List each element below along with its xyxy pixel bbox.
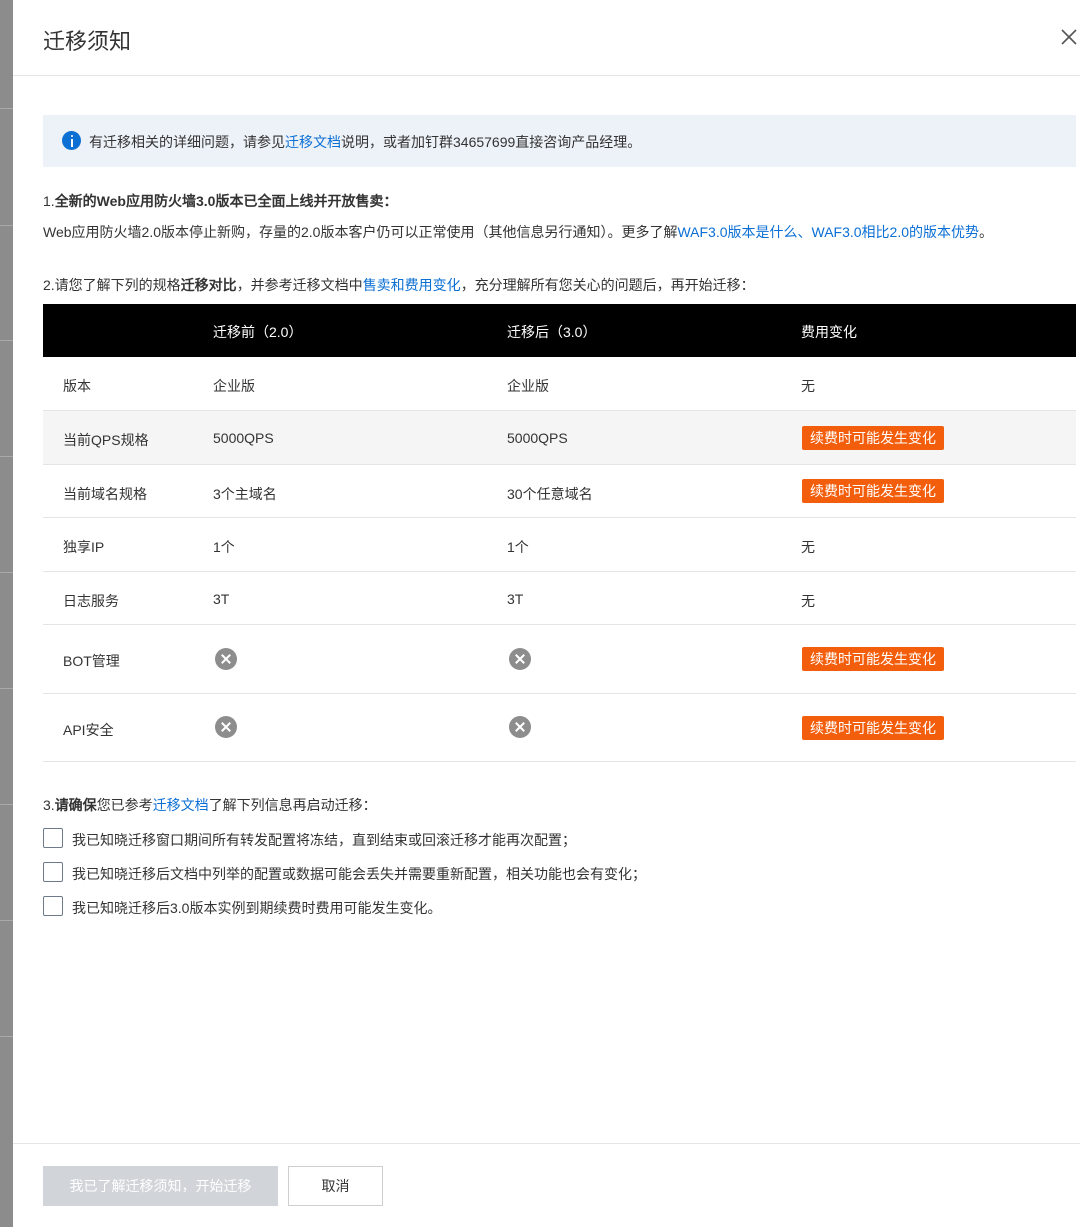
cost-change-tag: 续费时可能发生变化 (802, 426, 944, 450)
info-text-after: 说明，或者加钉群34657699直接咨询产品经理。 (341, 134, 642, 150)
row-name: BOT管理 (63, 653, 120, 669)
row-name: 版本 (63, 378, 91, 394)
header-after: 迁移后（3.0） (507, 324, 597, 340)
cost-change-tag: 续费时可能发生变化 (802, 647, 944, 671)
checkbox-label[interactable]: 我已知晓迁移后文档中列举的配置或数据可能会丢失并需要重新配置，相关功能也会有变化… (72, 864, 646, 884)
sales-cost-link[interactable]: 售卖和费用变化 (363, 277, 461, 293)
waf3-link-separator: 、 (797, 224, 812, 240)
row-after: 5000QPS (507, 430, 568, 446)
section1-desc: Web应用防火墙2.0版本停止新购，存量的2.0版本客户仍可以正常使用（其他信息… (43, 222, 993, 242)
drawer-footer: 我已了解迁移须知，开始迁移 取消 (13, 1143, 1080, 1227)
checkbox-label[interactable]: 我已知晓迁移窗口期间所有转发配置将冻结，直到结束或回滚迁移才能再次配置； (72, 830, 576, 850)
row-cost: 无 (801, 378, 815, 394)
close-button[interactable] (1058, 26, 1080, 48)
close-icon (1061, 29, 1077, 45)
row-before: 3个主域名 (213, 486, 277, 502)
checkbox[interactable] (43, 828, 63, 848)
checkbox[interactable] (43, 862, 63, 882)
checkbox-label[interactable]: 我已知晓迁移后3.0版本实例到期续费时费用可能发生变化。 (72, 898, 441, 918)
backdrop (0, 0, 13, 1227)
row-after: 30个任意域名 (507, 486, 593, 502)
migration-notice-drawer: 迁移须知 有迁移相关的详细问题，请参见迁移文档说明，或者加钉群34657699直… (13, 0, 1080, 1227)
header-before: 迁移前（2.0） (213, 324, 303, 340)
row-after: 3T (507, 591, 524, 607)
table-row: BOT管理 续费时可能发生变化 (43, 625, 1076, 694)
section2-text-after: ，充分理解所有您关心的问题后，再开始迁移： (460, 277, 755, 293)
row-before: 企业版 (213, 378, 255, 394)
section3-bold: 请确保 (54, 797, 97, 813)
cancel-button[interactable]: 取消 (288, 1166, 383, 1206)
comparison-table: 迁移前（2.0） 迁移后（3.0） 费用变化 版本 企业版 企业版 无 当前QP… (43, 304, 1076, 762)
section3-doc-link[interactable]: 迁移文档 (153, 797, 209, 813)
row-before: 5000QPS (213, 430, 274, 446)
close-circle-icon (215, 648, 237, 670)
info-text: 有迁移相关的详细问题，请参见迁移文档说明，或者加钉群34657699直接咨询产品… (89, 132, 641, 152)
row-name: 独享IP (63, 539, 105, 555)
row-cost: 无 (801, 593, 815, 609)
header-cost: 费用变化 (801, 324, 857, 340)
section3-title: 3.请确保您已参考迁移文档了解下列信息再启动迁移： (43, 795, 377, 815)
row-name: 当前QPS规格 (63, 432, 149, 448)
start-migration-button[interactable]: 我已了解迁移须知，开始迁移 (43, 1166, 278, 1206)
drawer-header: 迁移须知 (13, 0, 1080, 76)
section2-text-before: 2.请您了解下列的规格 (43, 277, 181, 293)
info-text-before: 有迁移相关的详细问题，请参见 (89, 134, 285, 150)
table-row: 日志服务 3T 3T 无 (43, 572, 1076, 625)
close-circle-icon (215, 716, 237, 738)
row-name: API安全 (63, 722, 114, 738)
cost-change-tag: 续费时可能发生变化 (802, 716, 944, 740)
section1-title-bold: 全新的Web应用防火墙3.0版本已全面上线并开放售卖 (54, 193, 384, 209)
table-row: 独享IP 1个 1个 无 (43, 518, 1076, 572)
close-circle-icon (509, 716, 531, 738)
section1-title: 1.全新的Web应用防火墙3.0版本已全面上线并开放售卖： (43, 191, 397, 211)
info-icon (62, 131, 81, 150)
section1-prefix: 1. (43, 193, 55, 209)
waf3-advantage-link[interactable]: WAF3.0相比2.0的版本优势 (812, 224, 980, 240)
info-alert: 有迁移相关的详细问题，请参见迁移文档说明，或者加钉群34657699直接咨询产品… (43, 115, 1076, 167)
table-row: 当前QPS规格 5000QPS 5000QPS 续费时可能发生变化 (43, 411, 1076, 465)
section3-text-mid: 您已参考 (96, 797, 153, 813)
table-row: 版本 企业版 企业版 无 (43, 357, 1076, 411)
cost-change-tag: 续费时可能发生变化 (802, 479, 944, 503)
row-before: 3T (213, 591, 230, 607)
section1-desc-after: 。 (979, 224, 994, 240)
section2-text-mid: ，并参考迁移文档中 (236, 277, 363, 293)
section3-prefix: 3. (43, 797, 55, 813)
migration-doc-link[interactable]: 迁移文档 (285, 134, 341, 150)
checkbox[interactable] (43, 896, 63, 916)
row-cost: 无 (801, 539, 815, 555)
row-after: 企业版 (507, 378, 549, 394)
section1-desc-before: Web应用防火墙2.0版本停止新购，存量的2.0版本客户仍可以正常使用（其他信息… (43, 224, 678, 240)
waf3-what-link[interactable]: WAF3.0版本是什么 (677, 224, 797, 240)
section1-suffix: ： (383, 193, 398, 209)
table-row: API安全 续费时可能发生变化 (43, 694, 1076, 762)
section3-text-after: 了解下列信息再启动迁移： (208, 797, 377, 813)
row-name: 日志服务 (63, 593, 119, 609)
close-circle-icon (509, 648, 531, 670)
table-row: 当前域名规格 3个主域名 30个任意域名 续费时可能发生变化 (43, 465, 1076, 518)
row-after: 1个 (507, 539, 529, 555)
row-name: 当前域名规格 (63, 486, 147, 502)
drawer-title: 迁移须知 (43, 29, 132, 54)
section2-title: 2.请您了解下列的规格迁移对比，并参考迁移文档中售卖和费用变化，充分理解所有您关… (43, 275, 755, 295)
section2-bold: 迁移对比 (180, 277, 237, 293)
table-header: 迁移前（2.0） 迁移后（3.0） 费用变化 (43, 304, 1076, 357)
row-before: 1个 (213, 539, 235, 555)
